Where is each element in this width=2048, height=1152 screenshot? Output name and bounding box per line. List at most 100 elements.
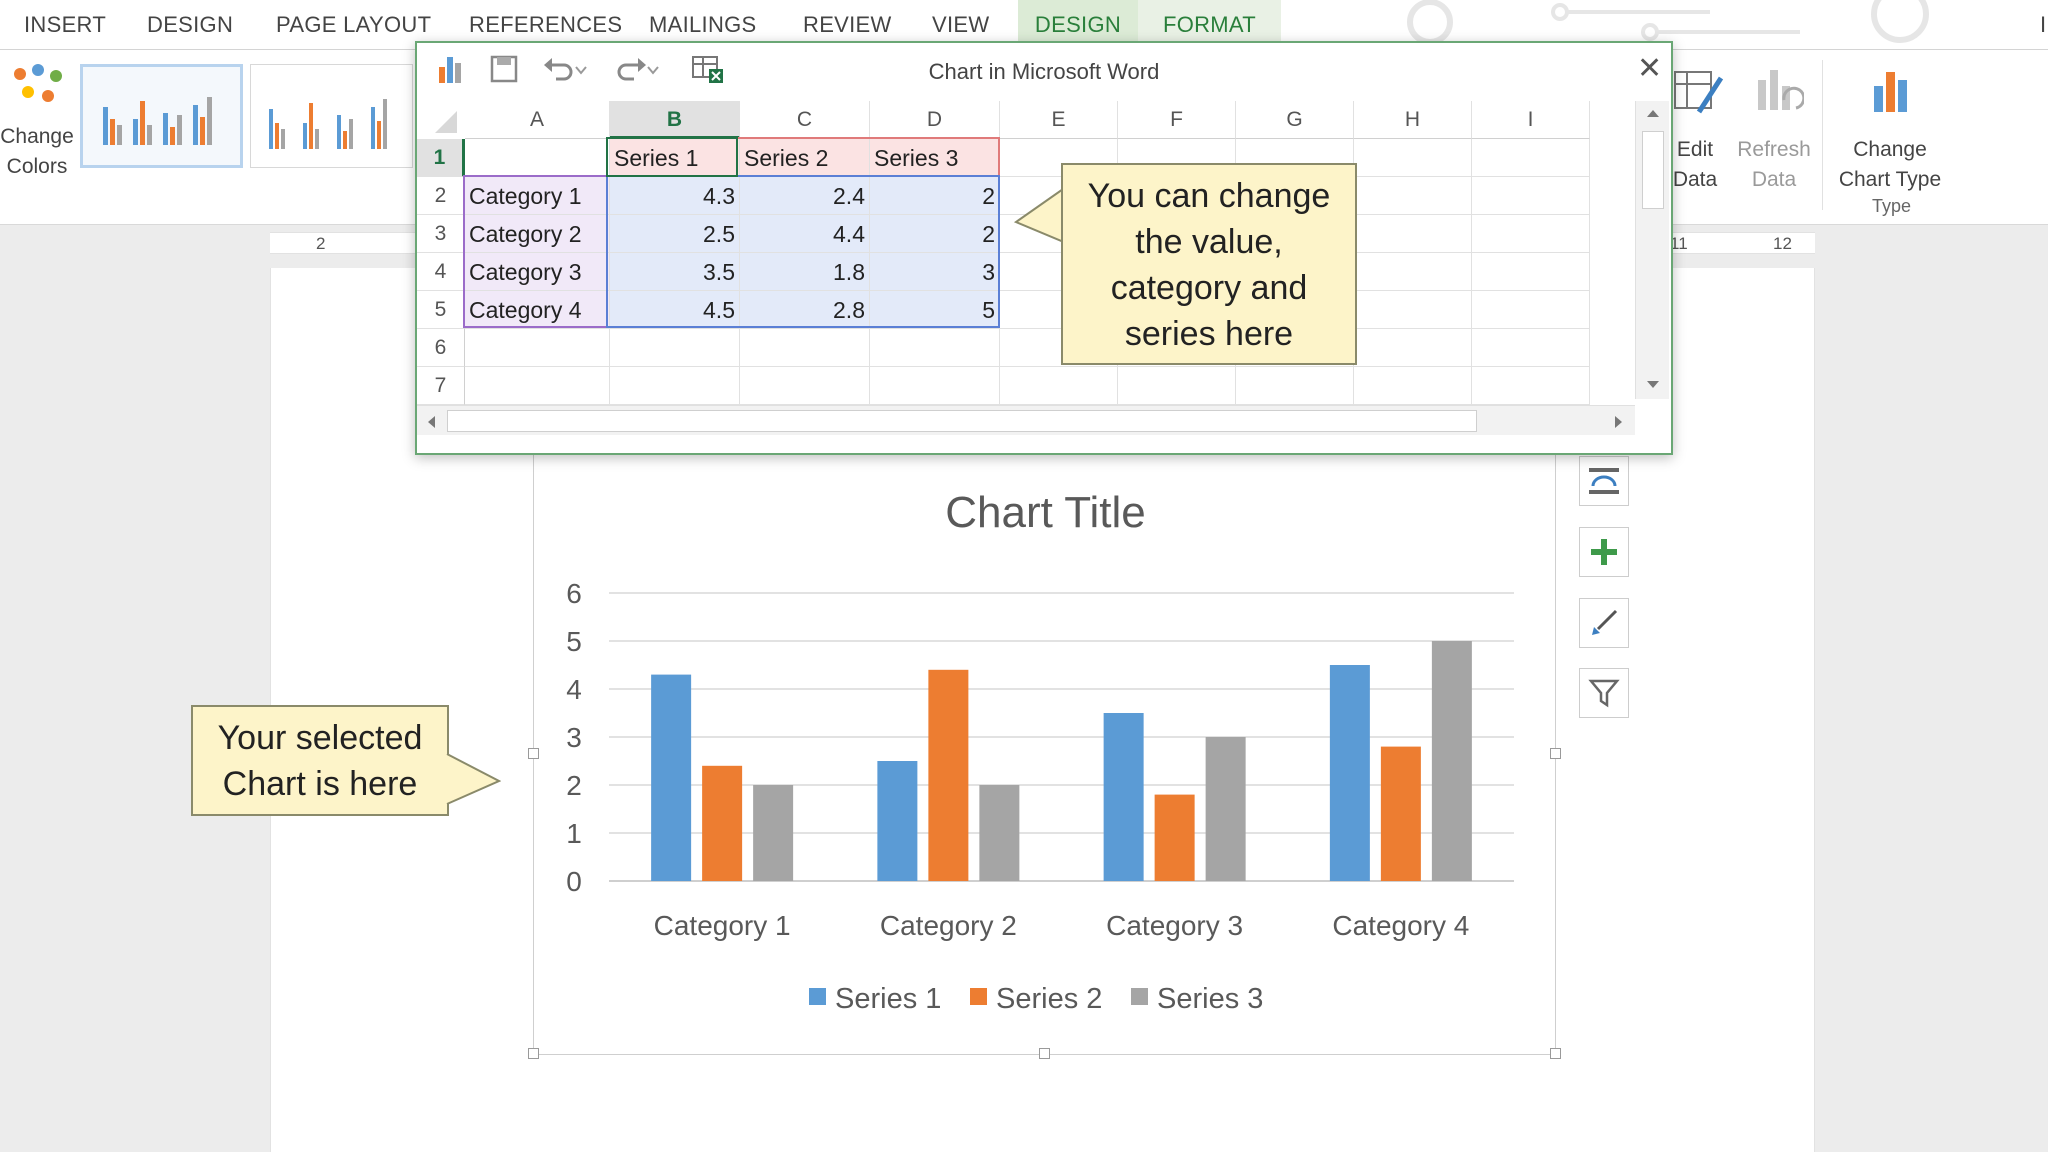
chart-plot-area[interactable]: 0 1 2 3 4 5 6 Category 1 Category 2 Category 3 Cat… — [534, 453, 1557, 1056]
category-range-border — [463, 175, 608, 328]
bar[interactable] — [1329, 665, 1370, 881]
bar[interactable] — [1380, 746, 1421, 881]
scroll-up-icon[interactable] — [1645, 107, 1661, 119]
bar[interactable] — [702, 765, 743, 881]
row-header[interactable]: 3 — [417, 215, 465, 253]
legend-entry[interactable]: Series 3 — [1157, 983, 1263, 1015]
legend-entry[interactable]: Series 2 — [996, 983, 1102, 1015]
resize-handle[interactable] — [1550, 748, 1561, 759]
chart-object[interactable]: Chart Title 0 1 2 3 4 5 6 Category 1 Category 2C… — [533, 452, 1556, 1055]
change-chart-type-button[interactable]: Change Chart Type — [1830, 64, 1950, 195]
callout-line: series here — [1124, 315, 1294, 353]
spreadsheet-cell[interactable] — [1354, 367, 1472, 405]
select-all-corner-icon[interactable] — [417, 101, 465, 139]
spreadsheet-cell[interactable] — [1354, 329, 1472, 367]
callout-line: Chart is here — [222, 765, 418, 803]
column-header[interactable]: E — [1000, 101, 1118, 139]
spreadsheet-cell[interactable] — [1000, 367, 1118, 405]
callout-line: Your selected — [217, 719, 423, 757]
y-tick-label: 5 — [566, 626, 582, 657]
spreadsheet-cell[interactable] — [610, 367, 740, 405]
resize-handle[interactable] — [1550, 1048, 1561, 1059]
spreadsheet-cell[interactable] — [1236, 367, 1354, 405]
bar[interactable] — [1431, 641, 1472, 881]
spreadsheet-cell[interactable] — [740, 367, 870, 405]
bar[interactable] — [753, 785, 794, 881]
x-tick-label: Category 1 — [654, 910, 791, 941]
chart-style-2-preview — [269, 99, 387, 149]
row-header[interactable]: 5 — [417, 291, 465, 329]
change-colors-label: Change Colors — [0, 125, 74, 178]
spreadsheet-cell[interactable] — [740, 329, 870, 367]
bar[interactable] — [1205, 737, 1246, 881]
row-header[interactable]: 4 — [417, 253, 465, 291]
legend-entry[interactable]: Series 1 — [835, 983, 941, 1015]
column-header[interactable]: G — [1236, 101, 1354, 139]
row-header[interactable]: 2 — [417, 177, 465, 215]
chart-styles-button[interactable] — [1579, 598, 1629, 648]
spreadsheet-cell[interactable] — [1118, 367, 1236, 405]
spreadsheet-cell[interactable] — [1472, 139, 1590, 177]
spreadsheet-cell[interactable] — [1354, 215, 1472, 253]
row-header[interactable]: 7 — [417, 367, 465, 405]
spreadsheet-cell[interactable] — [1472, 367, 1590, 405]
chart-elements-button[interactable] — [1579, 527, 1629, 577]
chart-filters-button[interactable] — [1579, 668, 1629, 718]
spreadsheet-cell[interactable] — [1472, 291, 1590, 329]
chart-style-2[interactable] — [250, 64, 413, 168]
scroll-left-icon[interactable] — [425, 414, 437, 430]
column-header[interactable]: D — [870, 101, 1000, 139]
vertical-scroll-thumb[interactable] — [1642, 131, 1664, 209]
bar[interactable] — [1103, 713, 1144, 881]
spreadsheet-cell[interactable] — [1354, 139, 1472, 177]
scroll-right-icon[interactable] — [1613, 414, 1625, 430]
refresh-data-button[interactable]: Refresh Data — [1734, 64, 1814, 195]
column-header[interactable]: C — [740, 101, 870, 139]
close-icon[interactable]: ✕ — [1637, 51, 1662, 86]
spreadsheet-cell[interactable] — [465, 139, 610, 177]
column-header[interactable]: A — [465, 101, 610, 139]
spreadsheet-cell[interactable] — [1472, 253, 1590, 291]
bar[interactable] — [979, 785, 1020, 881]
resize-handle[interactable] — [528, 1048, 539, 1059]
spreadsheet-cell[interactable] — [870, 367, 1000, 405]
horizontal-scroll-thumb[interactable] — [447, 410, 1477, 432]
tab-insert[interactable]: INSERT — [24, 12, 106, 38]
legend-swatch — [1131, 988, 1148, 1005]
column-header[interactable]: H — [1354, 101, 1472, 139]
spreadsheet-cell[interactable] — [1472, 329, 1590, 367]
horizontal-scrollbar[interactable] — [417, 405, 1635, 435]
spreadsheet-cell[interactable] — [1354, 253, 1472, 291]
resize-handle[interactable] — [528, 748, 539, 759]
row-header[interactable]: 6 — [417, 329, 465, 367]
legend-swatch — [970, 988, 987, 1005]
tab-design[interactable]: DESIGN — [147, 12, 233, 38]
tab-view[interactable]: VIEW — [932, 12, 989, 38]
spreadsheet-cell[interactable] — [1472, 177, 1590, 215]
bar[interactable] — [1154, 794, 1195, 881]
vertical-scrollbar[interactable] — [1635, 101, 1669, 399]
bar[interactable] — [877, 761, 918, 881]
column-header[interactable]: F — [1118, 101, 1236, 139]
spreadsheet-cell[interactable] — [610, 329, 740, 367]
spreadsheet-cell[interactable] — [465, 329, 610, 367]
tab-page-layout[interactable]: PAGE LAYOUT — [276, 12, 431, 38]
spreadsheet-cell[interactable] — [1472, 215, 1590, 253]
bar[interactable] — [651, 674, 692, 881]
row-header[interactable]: 1 — [417, 139, 465, 177]
column-header[interactable]: B — [610, 101, 740, 139]
spreadsheet-cell[interactable] — [1354, 291, 1472, 329]
bar[interactable] — [928, 669, 969, 881]
chart-style-1[interactable] — [80, 64, 243, 168]
column-header[interactable]: I — [1472, 101, 1590, 139]
change-colors-button[interactable]: Change Colors — [0, 62, 75, 178]
layout-options-button[interactable] — [1579, 456, 1629, 506]
resize-handle[interactable] — [1039, 1048, 1050, 1059]
scroll-down-icon[interactable] — [1645, 379, 1661, 391]
spreadsheet-cell[interactable] — [465, 367, 610, 405]
tab-review[interactable]: REVIEW — [803, 12, 892, 38]
spreadsheet-cell[interactable] — [1354, 177, 1472, 215]
tab-references[interactable]: REFERENCES — [469, 12, 622, 38]
spreadsheet-cell[interactable] — [870, 329, 1000, 367]
tab-mailings[interactable]: MAILINGS — [649, 12, 757, 38]
